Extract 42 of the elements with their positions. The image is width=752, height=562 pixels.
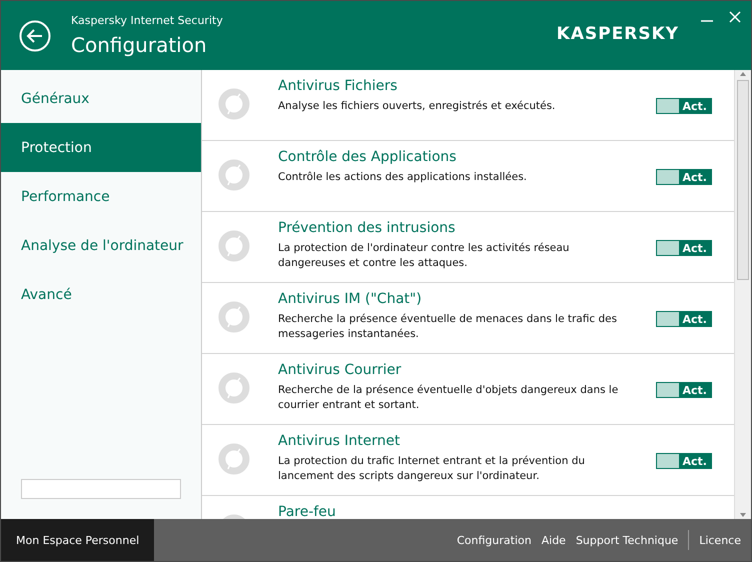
footer-link[interactable]: Configuration [456,534,532,546]
shield-ring-icon [218,443,250,475]
shield-ring-icon [218,88,250,120]
toggle-switch[interactable]: Act. [656,240,712,256]
logo: KASPERSKY [556,24,679,44]
sidebar-item[interactable]: Généraux [1,74,201,123]
toggle-switch[interactable]: Act. [656,311,712,327]
app-name: Kaspersky Internet Security [71,14,224,27]
sidebar-item[interactable]: Protection [1,123,201,172]
close-icon[interactable] [729,11,741,23]
component-description: La protection du trafic Internet entrant et la prévention du lancement des scripts dangereux sur l'ordinateur. [278,454,586,484]
account-link[interactable]: Mon Espace Personnel [1,519,154,561]
footer-link[interactable]: Aide [541,534,566,546]
component-description: Recherche la présence éventuelle de menaces dans le trafic des messageries instantanées. [278,312,618,342]
toggle-switch[interactable]: Act. [656,169,712,185]
window-title: Configuration [71,33,208,57]
component-description: Contrôle les actions des applications installées. [278,170,528,185]
footer-link[interactable]: Support Technique [576,534,678,546]
license-link[interactable]: Licence [699,534,741,546]
component-title[interactable]: Antivirus Courrier [278,362,646,378]
component-title[interactable]: Pare-feu [278,504,734,519]
toggle-switch[interactable]: Act. [656,98,712,114]
component-title[interactable]: Antivirus Fichiers [278,78,646,94]
toggle-switch[interactable]: Act. [656,453,712,469]
component-title[interactable]: Antivirus Internet [278,433,646,449]
sidebar-item[interactable]: Avancé [1,270,201,319]
component-description: Recherche de la présence éventuelle d'objets dangereux dans le courrier entrant et sortant. [278,383,620,413]
component-title[interactable]: Contrôle des Applications [278,149,646,165]
component-title[interactable]: Antivirus IM ("Chat") [278,291,646,307]
shield-ring-icon [218,301,250,333]
shield-ring-icon [218,159,250,191]
component-title[interactable]: Prévention des intrusions [278,220,646,236]
component-description: La protection de l'ordinateur contre les activités réseau dangereuses et contre les attaques. [278,241,570,271]
scrollbar[interactable] [734,70,751,519]
shield-ring-icon [218,372,250,404]
sidebar-item[interactable]: Performance [1,172,201,221]
sidebar-item[interactable]: Analyse de l'ordinateur [1,221,201,270]
toggle-switch[interactable]: Act. [656,382,712,398]
component-description: Analyse les fichiers ouverts, enregistrés et exécutés. [278,99,556,114]
search-field[interactable] [21,479,181,499]
back-icon[interactable] [19,20,51,52]
shield-ring-icon [218,230,250,262]
